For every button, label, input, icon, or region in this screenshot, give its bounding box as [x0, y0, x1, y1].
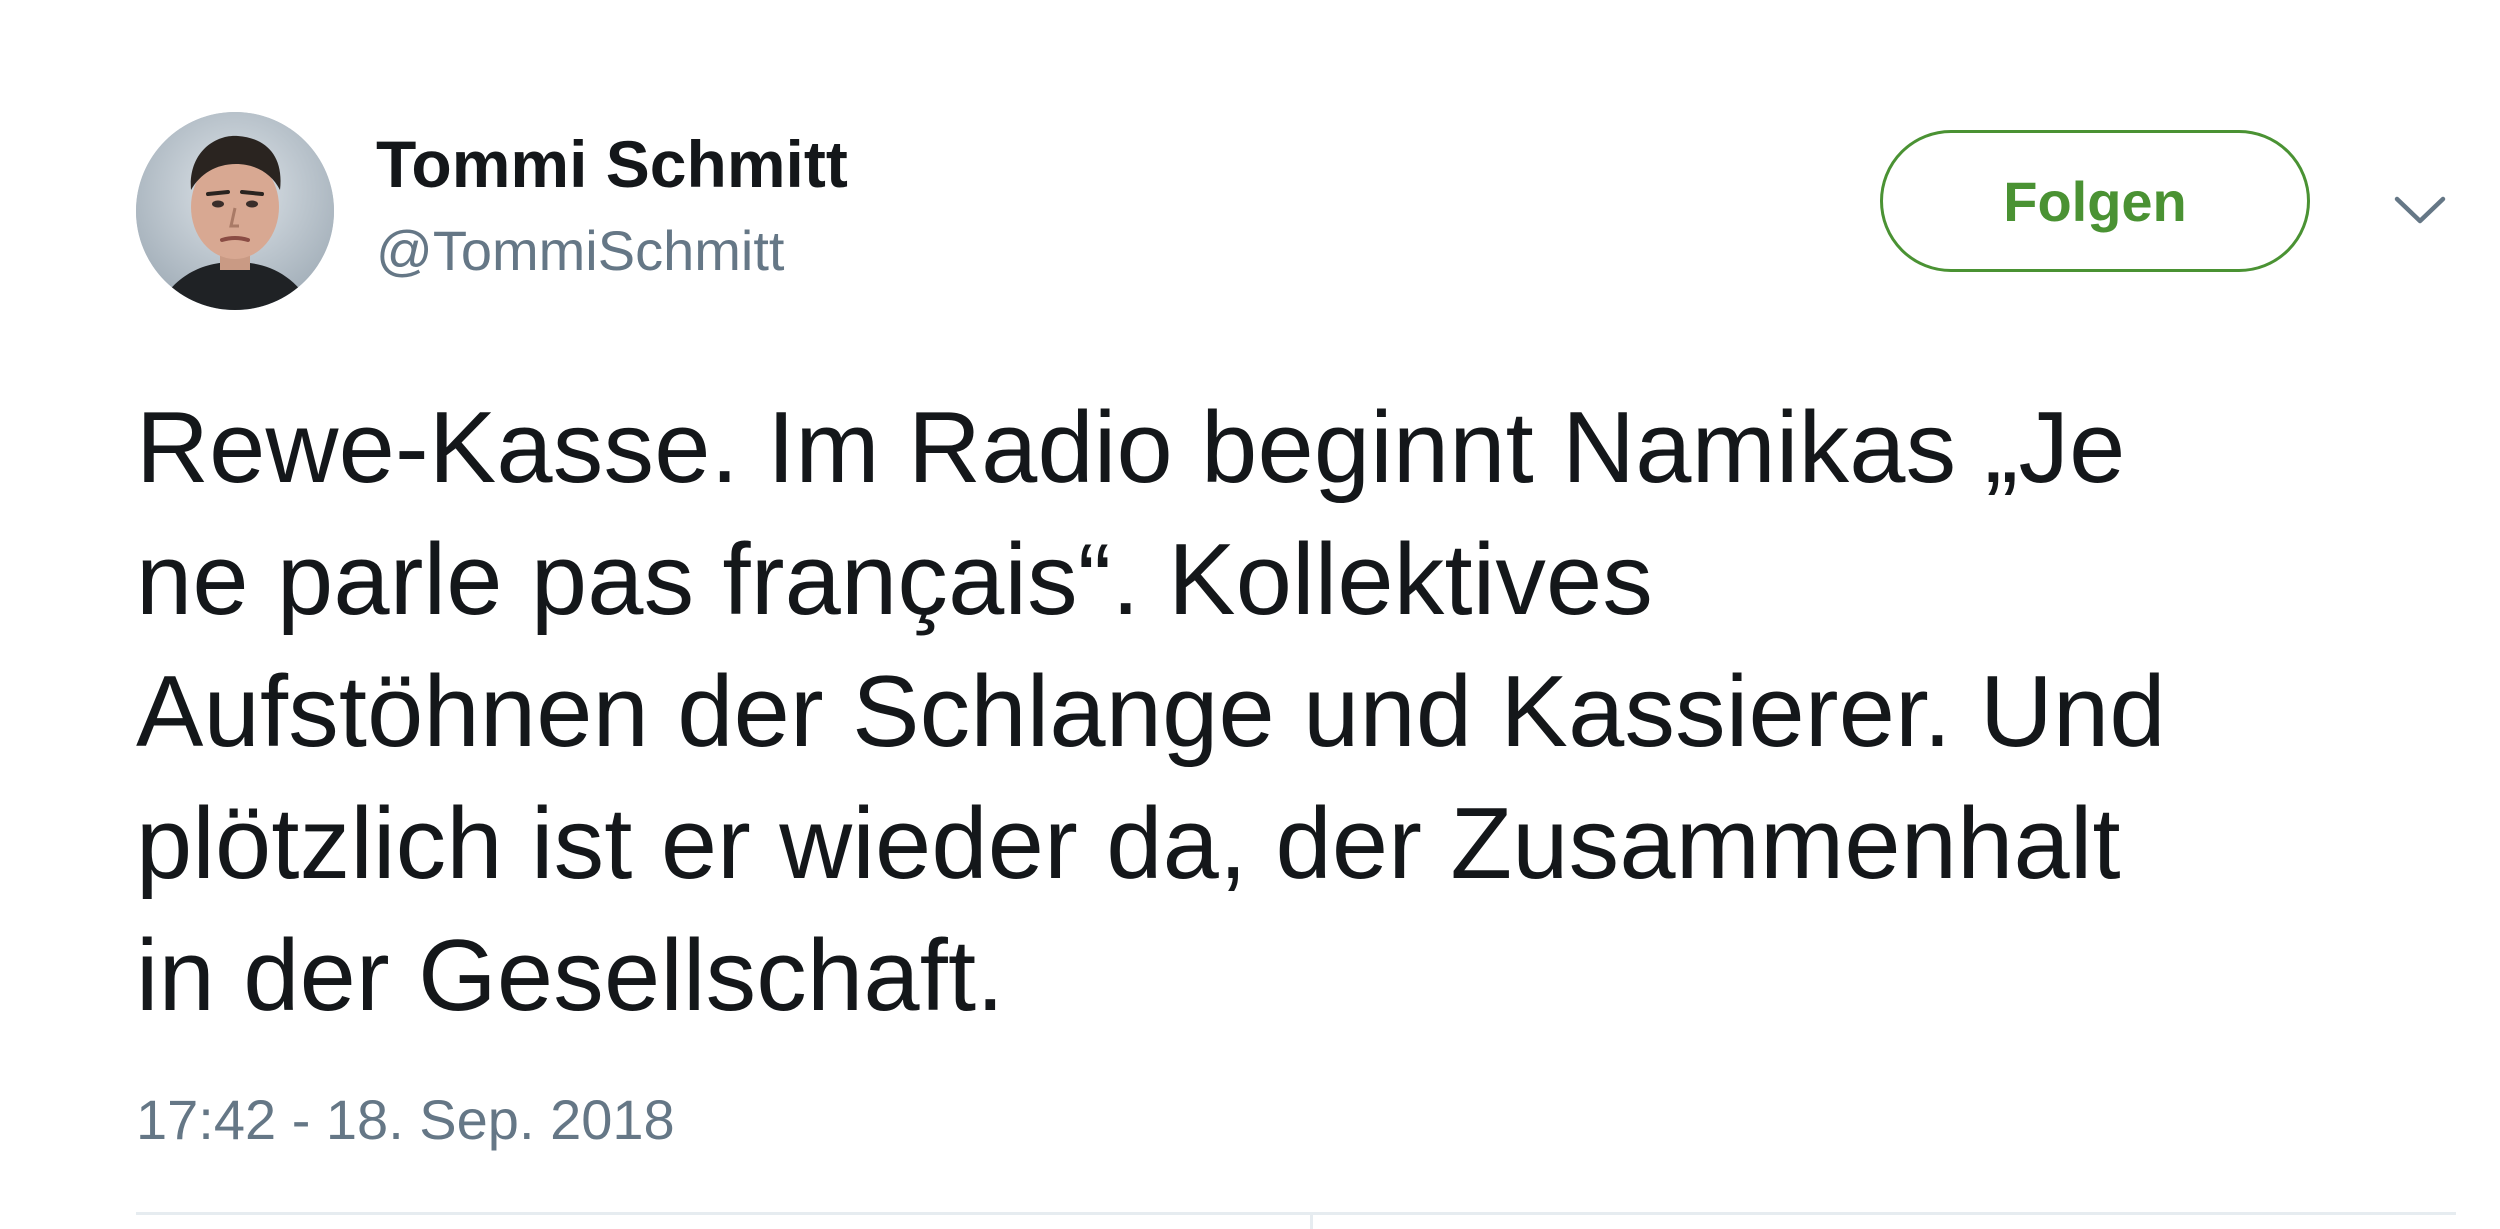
tweet-text-line: Aufstöhnen der Schlange und Kassierer. U…: [136, 656, 2166, 768]
tweet-text-line: Rewe-Kasse. Im Radio beginnt Namikas „Je: [136, 392, 2126, 504]
more-menu-button[interactable]: [2390, 180, 2450, 240]
avatar-image: [136, 112, 334, 310]
follow-button[interactable]: Folgen: [1880, 130, 2310, 272]
tweet-card: Tommi Schmitt @TommiSchmitt Folgen Rewe-…: [0, 0, 2500, 1229]
tweet-text: Rewe-Kasse. Im Radio beginnt Namikas „Je…: [136, 382, 2456, 1042]
avatar[interactable]: [136, 112, 334, 310]
author-display-name[interactable]: Tommi Schmitt: [376, 124, 848, 204]
tweet-text-line: ne parle pas français“. Kollektives: [136, 524, 1654, 636]
tweet-text-line: plötzlich ist er wieder da, der Zusammen…: [136, 788, 2121, 900]
tweet-timestamp[interactable]: 17:42 - 18. Sep. 2018: [136, 1085, 675, 1155]
divider: [136, 1212, 2456, 1215]
author-handle[interactable]: @TommiSchmitt: [376, 216, 784, 286]
chevron-down-icon: [2394, 196, 2446, 224]
tweet-text-line: in der Gesellschaft.: [136, 920, 1005, 1032]
divider-tick: [1310, 1212, 1313, 1229]
